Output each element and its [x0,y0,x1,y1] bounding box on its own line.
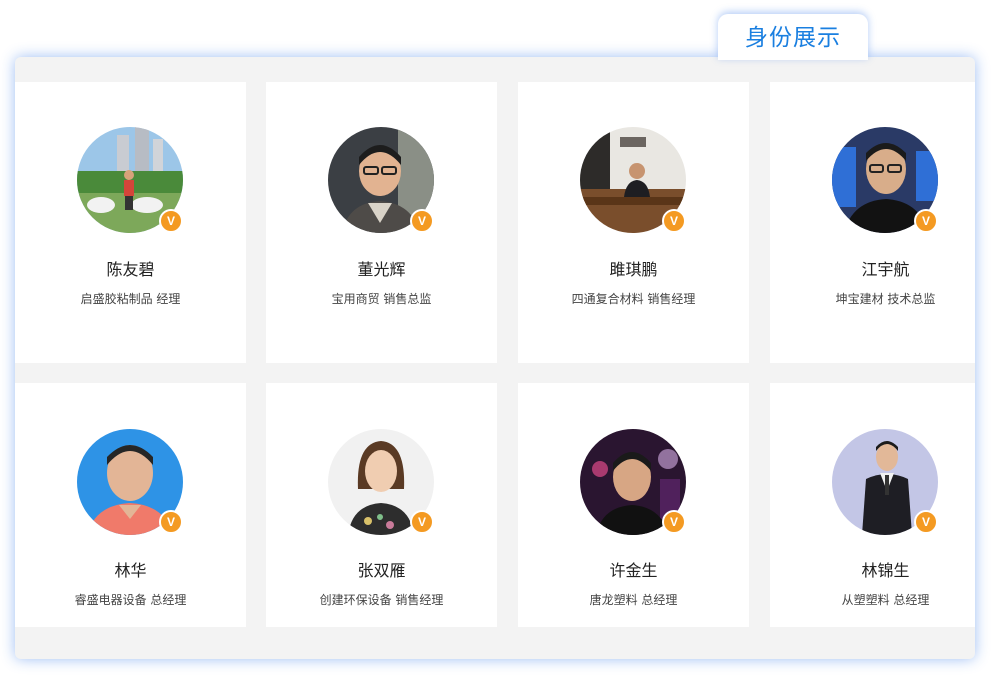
member-title: 四通复合材料 销售经理 [571,292,696,306]
tab-label: 身份展示 [745,25,841,51]
member-title: 从塑塑料 总经理 [841,593,930,607]
member-title: 唐龙塑料 总经理 [589,593,678,607]
member-name: 陈友碧 [106,260,155,279]
verified-badge-icon: V [914,209,938,233]
verified-badge-icon: V [159,209,183,233]
verified-badge-icon: V [410,510,434,534]
verified-badge-icon: V [410,209,434,233]
member-title: 创建环保设备 销售经理 [319,593,444,607]
verified-badge-icon: V [662,510,686,534]
member-name: 董光辉 [357,260,406,279]
member-card[interactable]: V 江宇航 坤宝建材 技术总监 [770,82,975,363]
member-card[interactable]: V 雎琪鹏 四通复合材料 销售经理 [518,82,749,363]
member-card[interactable]: V 林华 睿盛电器设备 总经理 [15,383,246,627]
member-card[interactable]: V 董光辉 宝用商贸 销售总监 [266,82,497,363]
member-card[interactable]: V 张双雁 创建环保设备 销售经理 [266,383,497,627]
member-title: 睿盛电器设备 总经理 [74,593,187,607]
members-panel: V 陈友碧 启盛胶粘制品 经理 V 董光辉 宝用商贸 销售总监 V 雎琪鹏 四通… [15,57,975,659]
verified-badge-icon: V [159,510,183,534]
verified-badge-icon: V [914,510,938,534]
member-name: 张双雁 [357,561,406,580]
member-name: 林华 [114,561,147,580]
member-name: 林锦生 [861,561,910,580]
identity-showcase: 身份展示 V 陈友碧 启盛胶粘制品 经理 V 董光辉 宝用商贸 销售总监 V 雎… [0,0,998,682]
member-card[interactable]: V 林锦生 从塑塑料 总经理 [770,383,975,627]
member-card[interactable]: V 陈友碧 启盛胶粘制品 经理 [15,82,246,363]
member-card[interactable]: V 许金生 唐龙塑料 总经理 [518,383,749,627]
verified-badge-icon: V [662,209,686,233]
member-title: 启盛胶粘制品 经理 [80,292,181,306]
member-name: 雎琪鹏 [609,260,658,279]
member-name: 许金生 [609,561,658,580]
member-name: 江宇航 [861,260,910,279]
member-title: 宝用商贸 销售总监 [331,292,432,306]
tab-identity-showcase[interactable]: 身份展示 [718,14,868,60]
member-title: 坤宝建材 技术总监 [835,292,936,306]
